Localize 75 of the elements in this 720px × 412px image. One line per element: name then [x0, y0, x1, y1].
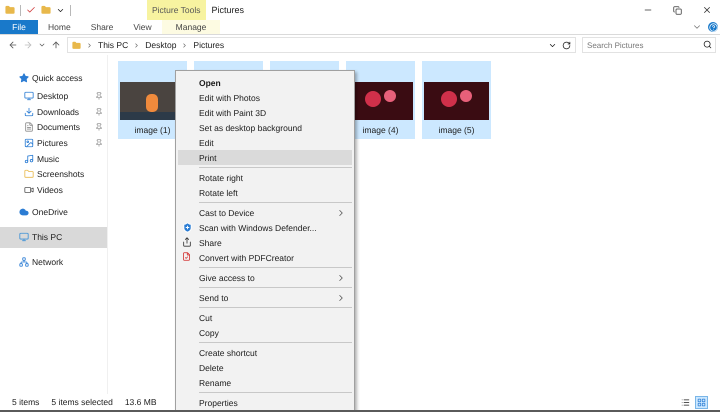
menu-item[interactable]: Properties — [178, 395, 352, 410]
selection-count: 5 items selected — [51, 397, 113, 407]
picture-icon — [24, 138, 34, 148]
menu-item[interactable]: Print — [178, 150, 352, 165]
up-icon[interactable] — [51, 40, 61, 50]
sidebar-item[interactable]: Music — [0, 150, 107, 166]
refresh-icon[interactable] — [562, 40, 571, 50]
breadcrumb[interactable]: Pictures — [193, 40, 224, 50]
download-icon — [24, 106, 34, 117]
menu-item[interactable]: Scan with Windows Defender... — [178, 220, 352, 235]
back-icon[interactable] — [8, 40, 18, 50]
menu-item[interactable]: Delete — [178, 360, 352, 375]
grid-icon — [697, 398, 706, 406]
breadcrumb[interactable]: This PC — [98, 40, 128, 50]
sidebar-item[interactable]: OneDrive — [0, 202, 107, 223]
folder-icon — [72, 40, 81, 50]
context-tab-header: Picture Tools — [147, 0, 206, 20]
desktop-icon — [24, 90, 34, 101]
sidebar-item[interactable]: Screenshots — [0, 166, 107, 182]
folder-icon — [24, 169, 34, 180]
sidebar-item[interactable]: Downloads — [0, 104, 107, 120]
sidebar-item[interactable]: Desktop — [0, 88, 107, 104]
document-icon — [24, 122, 34, 132]
menu-item[interactable]: Cut — [178, 310, 352, 325]
photo-placeholder — [424, 82, 489, 120]
restore-icon[interactable] — [673, 6, 682, 14]
chevron-icon — [86, 42, 93, 48]
menu-item[interactable]: Create shortcut — [178, 345, 352, 360]
properties-icon[interactable] — [26, 5, 36, 15]
menu-item[interactable]: Rotate right — [178, 170, 352, 185]
search-icon — [703, 40, 712, 49]
menu-item[interactable]: Rotate left — [178, 185, 352, 200]
search-field[interactable]: Search Pictures — [582, 37, 716, 53]
ribbon-tab[interactable]: Share — [80, 20, 124, 34]
shield-icon — [182, 222, 193, 233]
computer-icon — [19, 232, 29, 242]
recent-locations-icon[interactable] — [38, 41, 46, 49]
video-icon — [24, 184, 34, 195]
music-icon — [24, 154, 34, 164]
pdf-icon — [182, 252, 191, 261]
menu-item[interactable]: Copy — [178, 325, 352, 340]
menu-item[interactable]: Share — [178, 235, 352, 250]
menu-item[interactable]: Give access to — [178, 270, 352, 285]
menu-item[interactable]: Cast to Device — [178, 205, 352, 220]
address-field[interactable]: This PC Desktop Pictures — [67, 37, 576, 53]
menu-item[interactable]: Rename — [178, 375, 352, 390]
window-title: Pictures — [210, 4, 246, 17]
menu-item[interactable]: Send to — [178, 290, 352, 305]
sidebar-item[interactable]: This PC — [0, 226, 107, 248]
file-name: image (4) — [362, 125, 398, 135]
file-name: image (5) — [438, 125, 474, 135]
ribbon-tab[interactable]: Home — [38, 20, 81, 34]
file-name: image (1) — [134, 125, 170, 135]
help-icon[interactable] — [708, 22, 718, 32]
sidebar-item[interactable]: Documents — [0, 119, 107, 136]
breadcrumb[interactable]: Desktop — [145, 40, 176, 50]
selection-size: 13.6 MB — [124, 397, 156, 407]
chevron-icon — [133, 42, 140, 48]
list-icon — [681, 398, 690, 406]
sidebar-item[interactable]: Videos — [0, 182, 107, 198]
network-icon — [19, 257, 29, 268]
ribbon-tab[interactable]: View — [123, 20, 162, 34]
sidebar-item[interactable]: Quick access — [0, 67, 107, 88]
chevron-icon — [181, 42, 188, 48]
sidebar-item[interactable]: Pictures — [0, 135, 107, 151]
menu-item[interactable]: Convert with PDFCreator — [178, 250, 352, 265]
file-tile[interactable]: image (5) — [422, 61, 491, 139]
share-icon — [182, 237, 192, 247]
star-icon — [19, 72, 29, 82]
sidebar-item[interactable]: Network — [0, 252, 107, 273]
cloud-icon — [19, 207, 29, 218]
item-count: 5 items — [12, 397, 40, 407]
ribbon-tab[interactable]: Manage — [162, 20, 220, 34]
ribbon-tab[interactable]: File — [0, 20, 38, 34]
close-icon[interactable] — [702, 5, 712, 15]
